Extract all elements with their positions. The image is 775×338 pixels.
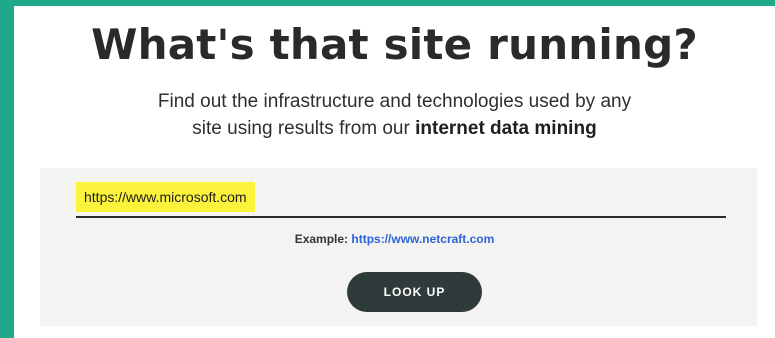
url-input[interactable]: https://www.microsoft.com xyxy=(76,180,726,218)
example-link[interactable]: https://www.netcraft.com xyxy=(351,232,494,246)
page-title: What's that site running? xyxy=(91,20,698,69)
subtitle-line-2-text: site using results from our xyxy=(192,118,416,139)
subtitle-line-1: Find out the infrastructure and technolo… xyxy=(157,91,632,112)
accent-border-left xyxy=(0,0,14,338)
accent-border-top xyxy=(0,0,775,6)
page: What's that site running? Find out the i… xyxy=(0,0,775,338)
example-label: Example: xyxy=(294,232,349,246)
url-input-value[interactable]: https://www.microsoft.com xyxy=(76,182,255,212)
subtitle-emphasis: internet data mining xyxy=(415,118,597,139)
subtitle-line-2: site using results from our internet dat… xyxy=(14,115,775,142)
page-subtitle: Find out the infrastructure and technolo… xyxy=(14,88,775,142)
lookup-button[interactable]: LOOK UP xyxy=(347,272,482,312)
example-hint: Example: https://www.netcraft.com xyxy=(14,232,775,246)
